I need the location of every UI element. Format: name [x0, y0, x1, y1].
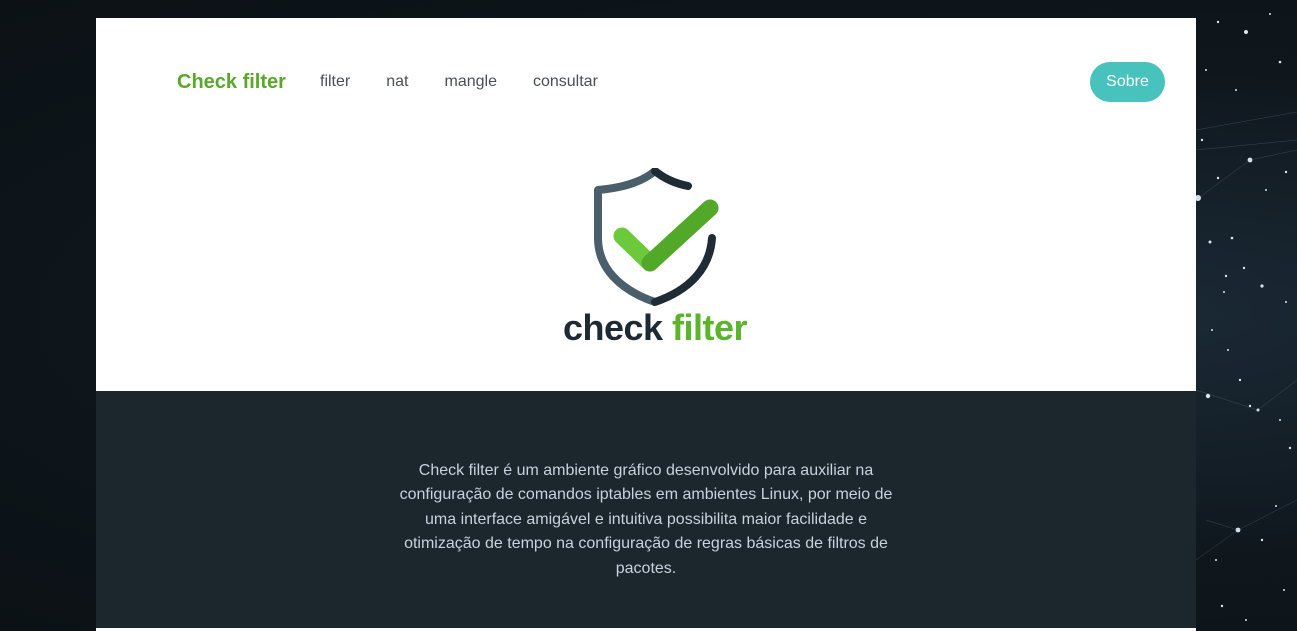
logo-word-filter: filter — [672, 307, 748, 348]
header-section: Check filter filter nat mangle consultar… — [96, 18, 1196, 391]
about-button[interactable]: Sobre — [1090, 62, 1165, 102]
brand-link[interactable]: Check filter — [177, 70, 286, 94]
page-container: Check filter filter nat mangle consultar… — [96, 18, 1196, 628]
logo: check filter — [550, 168, 760, 353]
navbar: Check filter filter nat mangle consultar… — [96, 18, 1196, 146]
logo-wordmark: check filter — [550, 308, 760, 348]
about-section: Check filter é um ambiente gráfico desen… — [96, 391, 1196, 628]
nav-link-nat[interactable]: nat — [386, 72, 408, 92]
starfield-decoration — [1196, 13, 1297, 621]
nav-link-filter[interactable]: filter — [320, 72, 350, 92]
nav-link-consultar[interactable]: consultar — [533, 72, 598, 92]
nav-links: filter nat mangle consultar — [320, 72, 634, 92]
logo-word-check: check — [562, 307, 663, 348]
about-description: Check filter é um ambiente gráfico desen… — [399, 462, 893, 577]
shield-check-icon — [594, 168, 719, 306]
nav-link-mangle[interactable]: mangle — [444, 72, 496, 92]
